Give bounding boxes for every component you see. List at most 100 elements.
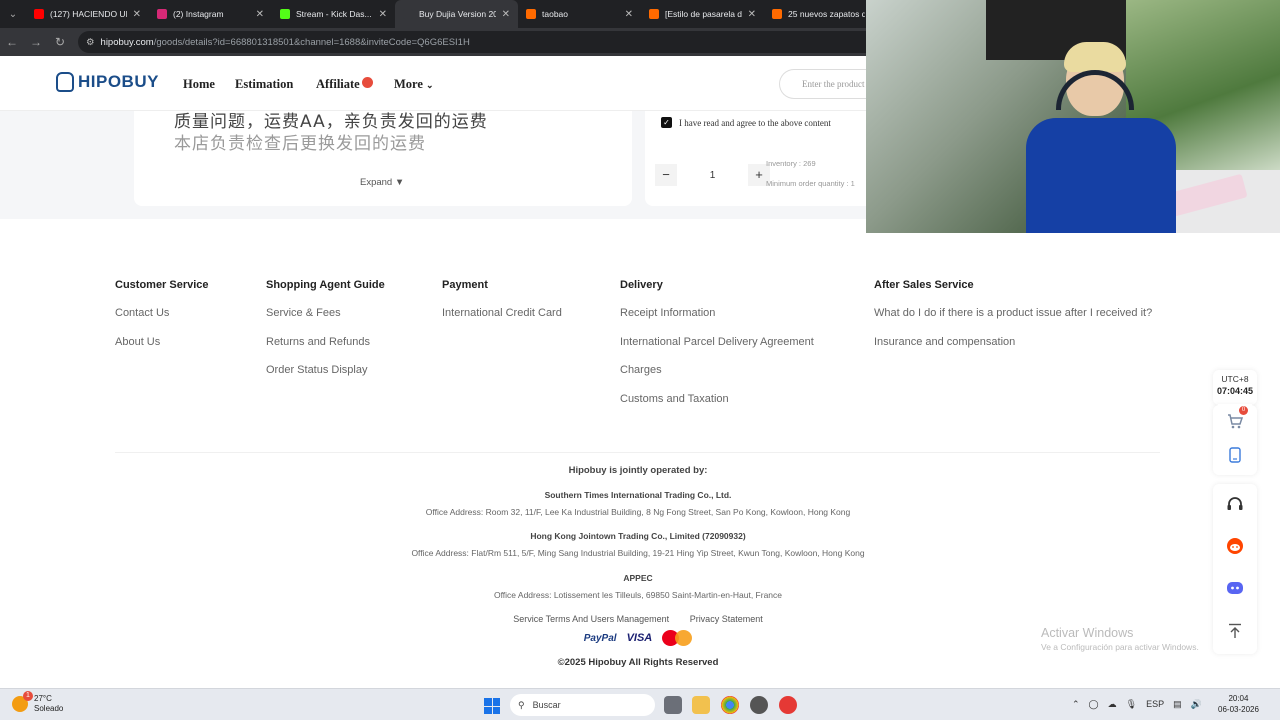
quantity-stepper: − 1 +	[655, 161, 770, 189]
weather-condition: Soleado	[34, 704, 64, 713]
footer-link-contact-us[interactable]: Contact Us	[115, 307, 209, 319]
footer-link-returns-refunds[interactable]: Returns and Refunds	[266, 336, 385, 348]
expand-button[interactable]: Expand ▼	[360, 177, 404, 188]
reload-icon[interactable]: ↻	[48, 35, 72, 49]
privacy-statement-link[interactable]: Privacy Statement	[690, 614, 763, 624]
close-tab-icon[interactable]: ✕	[133, 9, 141, 20]
browser-tab[interactable]: Stream - Kick Das... ✕	[272, 0, 395, 28]
microphone-icon[interactable]: 🎙	[1126, 699, 1137, 710]
footer-col-delivery: Delivery Receipt Information Internation…	[620, 279, 814, 421]
agree-checkbox-row[interactable]: ✓ I have read and agree to the above con…	[661, 117, 831, 128]
headset-support-icon[interactable]	[1218, 487, 1252, 521]
discord-icon[interactable]	[1218, 571, 1252, 605]
company-address: Office Address: Lotissement les Tilleuls…	[493, 590, 783, 600]
close-tab-icon[interactable]: ✕	[748, 9, 756, 20]
quantity-value[interactable]: 1	[710, 170, 716, 181]
service-terms-link[interactable]: Service Terms And Users Management	[513, 614, 669, 624]
clock-date: 06-03-2026	[1218, 705, 1259, 714]
purchase-card: ✓ I have read and agree to the above con…	[645, 111, 870, 206]
description-line-2: 本店负责检查后更换发回的运费	[174, 134, 426, 154]
nav-affiliate-label: Affiliate	[316, 77, 360, 91]
site-info-icon[interactable]: ⚙	[86, 37, 95, 48]
footer-col-title: Payment	[442, 279, 488, 291]
tab-title: [Estilo de pasarela de...	[665, 9, 742, 19]
tab-favicon-icon	[526, 9, 536, 19]
footer-link-order-status[interactable]: Order Status Display	[266, 364, 385, 376]
forward-arrow-icon[interactable]: →	[24, 35, 48, 49]
network-icon[interactable]: ▤	[1173, 699, 1182, 710]
tab-favicon-icon	[280, 9, 290, 19]
browser-tab[interactable]: taobao ✕	[518, 0, 641, 28]
operated-by-title: Hipobuy is jointly operated by:	[568, 465, 708, 476]
close-tab-icon[interactable]: ✕	[502, 9, 510, 20]
task-view-icon[interactable]	[664, 696, 682, 714]
browser-tab[interactable]: (127) HACIENDO UN... ✕	[26, 0, 149, 28]
hipobuy-logo[interactable]: HIPOBUY	[56, 72, 159, 92]
footer-col-title: Shopping Agent Guide	[266, 279, 385, 291]
tab-title: (127) HACIENDO UN...	[50, 9, 127, 19]
tab-title: Buy Dujia Version 202...	[419, 9, 496, 19]
footer-link-customs[interactable]: Customs and Taxation	[620, 393, 814, 405]
obs-icon[interactable]	[750, 696, 768, 714]
reddit-icon[interactable]	[1218, 529, 1252, 563]
footer-link-charges[interactable]: Charges	[620, 364, 814, 376]
footer-col-title: Delivery	[620, 279, 663, 291]
footer-link-receipt-info[interactable]: Receipt Information	[620, 307, 814, 319]
url-field[interactable]: ⚙ hipobuy.com/goods/details?id=668801318…	[78, 31, 898, 53]
product-description-card: 质量问题，运费AA，亲负责发回的运费 本店负责检查后更换发回的运费 Expand…	[134, 111, 632, 206]
cloud-icon[interactable]: ☁	[1108, 699, 1117, 710]
chrome-icon[interactable]	[721, 696, 739, 714]
product-search-input[interactable]: Enter the product	[779, 69, 879, 99]
show-hidden-icons-icon[interactable]: ⌃	[1072, 699, 1080, 710]
footer-link-insurance[interactable]: Insurance and compensation	[874, 336, 1152, 348]
timezone-time: 07:04:45	[1216, 386, 1254, 396]
footer-link-parcel-agreement[interactable]: International Parcel Delivery Agreement	[620, 336, 814, 348]
footer-link-credit-card[interactable]: International Credit Card	[442, 307, 562, 319]
windows-start-icon[interactable]	[484, 698, 500, 714]
file-explorer-icon[interactable]	[692, 696, 710, 714]
footer-col-payment: Payment International Credit Card	[442, 279, 562, 336]
tray-app-icon[interactable]: ◯	[1089, 699, 1099, 710]
hippo-logo-icon	[56, 72, 74, 92]
footer-col-title: Customer Service	[115, 279, 209, 291]
footer-link-product-issue[interactable]: What do I do if there is a product issue…	[874, 307, 1152, 319]
site-header: HIPOBUY Home Estimation Affiliate More ⌄	[0, 56, 870, 111]
close-tab-icon[interactable]: ✕	[256, 9, 264, 20]
windows-activation-watermark: Activar Windows Ve a Configuración para …	[1041, 626, 1199, 652]
volume-icon[interactable]: 🔊	[1191, 699, 1202, 710]
clock-time: 20:04	[1228, 694, 1249, 703]
taskbar-search[interactable]: ⚲ Buscar	[510, 694, 655, 716]
weather-widget[interactable]: 1 27°C Soleado	[12, 691, 64, 714]
cart-count-badge: 0	[1239, 406, 1248, 415]
nav-more-label: More	[394, 77, 423, 91]
nav-more[interactable]: More ⌄	[394, 77, 434, 92]
tab-favicon-icon	[772, 9, 782, 19]
nav-home[interactable]: Home	[183, 77, 215, 92]
search-icon: ⚲	[518, 700, 525, 710]
hot-badge-icon	[361, 77, 373, 88]
browser-tab[interactable]: (2) Instagram ✕	[149, 0, 272, 28]
close-tab-icon[interactable]: ✕	[379, 9, 387, 20]
timezone-label: UTC+8	[1221, 374, 1249, 384]
footer-link-service-fees[interactable]: Service & Fees	[266, 307, 385, 319]
nav-estimation[interactable]: Estimation	[235, 77, 293, 92]
mobile-app-icon[interactable]	[1218, 438, 1252, 472]
decrease-quantity-button[interactable]: −	[655, 164, 677, 186]
cart-icon[interactable]: 0	[1218, 404, 1252, 438]
footer-link-about-us[interactable]: About Us	[115, 336, 209, 348]
browser-tab[interactable]: [Estilo de pasarela de... ✕	[641, 0, 764, 28]
browser-tab[interactable]: Buy Dujia Version 202... ✕	[395, 0, 518, 28]
tab-search-chevron-icon[interactable]: ⌄	[0, 0, 26, 28]
nav-affiliate[interactable]: Affiliate	[316, 77, 373, 92]
language-indicator[interactable]: ESP	[1146, 699, 1164, 710]
back-arrow-icon[interactable]: ←	[0, 35, 24, 49]
company-name: APPEC	[623, 573, 653, 583]
media-player-icon[interactable]	[779, 696, 797, 714]
company-address: Office Address: Flat/Rm 511, 5/F, Ming S…	[411, 548, 865, 558]
close-tab-icon[interactable]: ✕	[625, 9, 633, 20]
back-to-top-icon[interactable]	[1218, 614, 1252, 648]
timezone-clock: UTC+8 07:04:45	[1213, 370, 1257, 405]
product-section: 质量问题，运费AA，亲负责发回的运费 本店负责检查后更换发回的运费 Expand…	[0, 111, 870, 219]
system-clock[interactable]: 20:04 06-03-2026	[1218, 693, 1259, 715]
checkbox-checked-icon[interactable]: ✓	[661, 117, 672, 128]
